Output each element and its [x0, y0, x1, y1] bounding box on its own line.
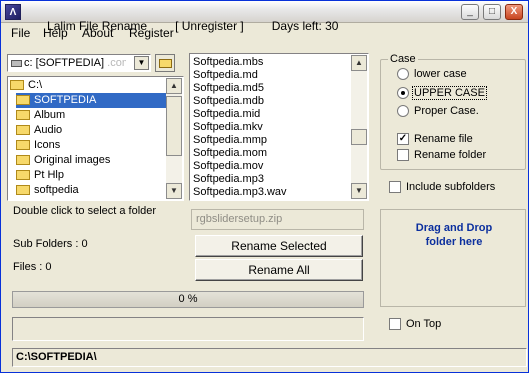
progress-text: 0 % [178, 293, 198, 305]
scroll-thumb[interactable] [351, 129, 367, 145]
minimize-button[interactable]: _ [461, 4, 479, 20]
menu-help[interactable]: Help [43, 26, 68, 40]
chevron-down-icon[interactable]: ▼ [134, 56, 149, 70]
list-item[interactable]: Softpedia.mid [193, 109, 260, 120]
upper-case-label[interactable]: UPPER CASE [412, 86, 487, 100]
scroll-up-icon[interactable]: ▲ [351, 55, 367, 71]
list-item[interactable]: Softpedia.mp3 [193, 174, 264, 185]
folder-icon [16, 140, 30, 150]
lower-case-radio[interactable] [397, 68, 409, 80]
menu-about[interactable]: About [82, 26, 113, 40]
folder-icon [16, 155, 30, 165]
scroll-down-icon[interactable]: ▼ [351, 183, 367, 199]
include-subfolders-label[interactable]: Include subfolders [406, 181, 495, 193]
drive-label: c: [SOFTPEDIA] .com [24, 57, 126, 69]
folder-up-icon [159, 59, 172, 68]
select-folder-hint: Double click to select a folder [13, 205, 157, 217]
rename-file-checkbox[interactable]: ✓ [397, 133, 409, 145]
progress-bar: 0 % [12, 291, 364, 308]
lower-case-label[interactable]: lower case [414, 68, 467, 80]
list-item[interactable]: Softpedia.mkv [193, 122, 263, 133]
proper-case-radio[interactable] [397, 105, 409, 117]
folder-open-icon [16, 95, 30, 105]
drop-zone[interactable]: Drag and Drop folder here [380, 209, 526, 307]
menu-file[interactable]: File [11, 26, 30, 40]
rename-folder-checkbox[interactable] [397, 149, 409, 161]
folder-icon [16, 110, 30, 120]
drive-select[interactable]: c: [SOFTPEDIA] .com ▼ [7, 54, 151, 72]
title-bar[interactable]: Λ Lalim File Rename[ Unregister ] Days le… [1, 1, 528, 33]
folder-tree[interactable]: C:\ SOFTPEDIA Album Audio Icons Original… [7, 76, 184, 201]
rename-folder-label[interactable]: Rename folder [414, 149, 486, 161]
list-item[interactable]: Softpedia.md5 [193, 83, 264, 94]
tree-item-softpedia[interactable]: SOFTPEDIA [16, 93, 168, 108]
tree-item-album[interactable]: Album [16, 108, 68, 123]
rename-selected-button[interactable]: Rename Selected [195, 235, 363, 257]
current-path-bar: C:\SOFTPEDIA\ [12, 348, 527, 367]
files-count: Files : 0 [13, 261, 52, 273]
list-item[interactable]: Softpedia.mov [193, 161, 263, 172]
tree-item-pt-hlp[interactable]: Pt Hlp [16, 168, 67, 183]
list-item[interactable]: Softpedia.mmp [193, 135, 267, 146]
include-subfolders-checkbox[interactable] [389, 181, 401, 193]
proper-case-label[interactable]: Proper Case. [414, 105, 479, 117]
list-item[interactable]: Softpedia.mp3.wav [193, 187, 287, 198]
close-button[interactable]: X [505, 4, 523, 20]
tree-item-audio[interactable]: Audio [16, 123, 65, 138]
upper-case-radio[interactable] [397, 87, 409, 99]
tree-scrollbar[interactable]: ▲ ▼ [166, 78, 182, 199]
drop-zone-text: Drag and Drop folder here [415, 222, 493, 248]
list-item[interactable]: Softpedia.mom [193, 148, 267, 159]
app-logo-icon: Λ [5, 4, 21, 20]
scroll-down-icon[interactable]: ▼ [166, 183, 182, 199]
status-box [12, 317, 364, 341]
folder-icon [16, 125, 30, 135]
sub-folders-count: Sub Folders : 0 [13, 238, 88, 250]
file-list-scrollbar[interactable]: ▲ ▼ [351, 55, 367, 199]
tree-item-original-images[interactable]: Original images [16, 153, 113, 168]
folder-icon [16, 170, 30, 180]
on-top-label[interactable]: On Top [406, 318, 441, 330]
folder-open-icon [10, 80, 24, 90]
folder-up-button[interactable] [155, 54, 175, 72]
scroll-thumb[interactable] [166, 96, 182, 156]
rename-file-label[interactable]: Rename file [414, 133, 473, 145]
list-item[interactable]: Softpedia.mbs [193, 57, 263, 68]
rename-all-button[interactable]: Rename All [195, 259, 363, 281]
on-top-checkbox[interactable] [389, 318, 401, 330]
main-window: Λ Lalim File Rename[ Unregister ] Days le… [0, 0, 529, 373]
new-name-field[interactable]: rgbslidersetup.zip [191, 209, 364, 230]
case-legend: Case [388, 53, 418, 65]
tree-item-softpedia-sub[interactable]: softpedia [16, 183, 82, 198]
scroll-up-icon[interactable]: ▲ [166, 78, 182, 94]
list-item[interactable]: Softpedia.mdb [193, 96, 264, 107]
drive-icon [11, 60, 22, 67]
list-item[interactable]: Softpedia.md [193, 70, 258, 81]
menu-bar: File Help About Register [1, 24, 528, 42]
file-list[interactable]: Softpedia.mbs Softpedia.md Softpedia.md5… [189, 53, 369, 201]
tree-item-root[interactable]: C:\ [10, 78, 45, 93]
tree-item-icons[interactable]: Icons [16, 138, 63, 153]
folder-icon [16, 185, 30, 195]
menu-register[interactable]: Register [129, 26, 174, 40]
maximize-button[interactable]: □ [483, 4, 501, 20]
